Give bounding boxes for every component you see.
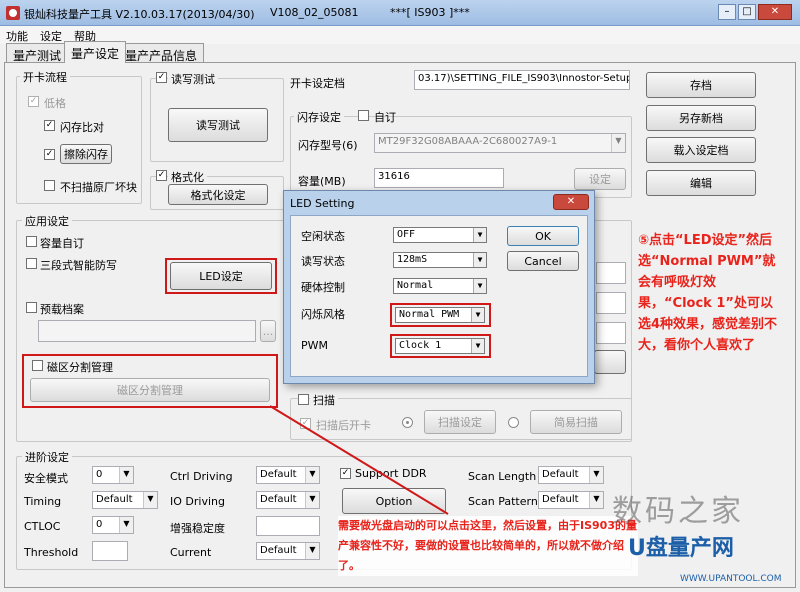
watermark-line3: WWW.UPANTOOL.COM	[680, 574, 782, 584]
bottom-annotation: 需要做光盘启动的可以点击这里，然后设置，由于IS903的量产兼容性不好，要做的设…	[338, 516, 638, 576]
blink-style-label: 闪烁风格	[301, 308, 345, 321]
chevron-down-icon: ▼	[473, 228, 486, 242]
watermark-line2: U盘量产网	[628, 536, 734, 561]
chevron-down-icon: ▼	[473, 253, 486, 267]
tab-production-settings[interactable]: 量产设定	[64, 41, 127, 63]
dialog-close-icon[interactable]: ✕	[553, 194, 589, 210]
pwm-highlight	[390, 334, 491, 358]
rw-state-label: 读写状态	[301, 255, 345, 268]
led-setting-dialog: LED Setting ✕ 空闲状态 OFF ▼ 读写状态 128mS ▼ 硬体控制…	[283, 190, 595, 384]
watermark-line1: 数码之家	[612, 494, 744, 529]
dialog-body: 空闲状态 OFF ▼ 读写状态 128mS ▼ 硬体控制 Normal ▼ 闪烁风格 …	[290, 215, 588, 377]
blink-highlight	[390, 303, 491, 327]
rw-state-select[interactable]: 128mS ▼	[393, 252, 487, 268]
idle-state-value: OFF	[397, 229, 416, 240]
rw-state-value: 128mS	[397, 254, 428, 265]
dialog-title: LED Setting	[290, 197, 355, 210]
pwm-label: PWM	[301, 339, 329, 352]
cancel-button[interactable]: Cancel	[507, 251, 579, 271]
hw-control-label: 硬体控制	[301, 281, 345, 294]
right-annotation: ⑤点击“LED设定”然后选“Normal PWM”就会有呼吸灯效果，“Clock…	[638, 233, 778, 353]
idle-state-label: 空闲状态	[301, 230, 345, 243]
idle-state-select[interactable]: OFF ▼	[393, 227, 487, 243]
ok-button[interactable]: OK	[507, 226, 579, 246]
hw-control-select[interactable]: Normal ▼	[393, 278, 487, 294]
hw-control-value: Normal	[397, 280, 434, 291]
chevron-down-icon: ▼	[473, 279, 486, 293]
